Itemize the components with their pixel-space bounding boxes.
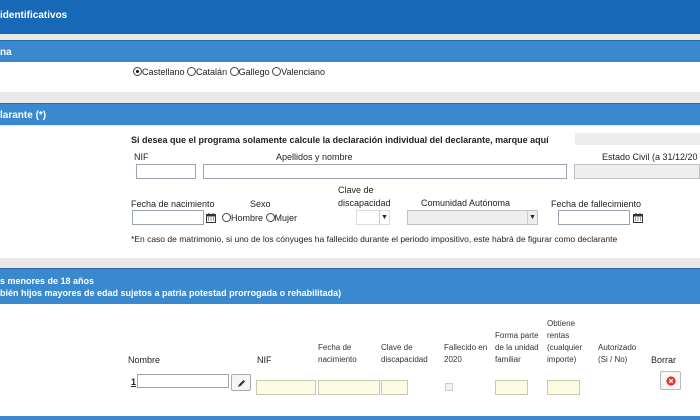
community-label: Comunidad Autónoma — [421, 198, 511, 208]
col-name: Nombre — [128, 355, 161, 365]
chevron-down-icon[interactable]: ▼ — [379, 210, 389, 225]
pencil-icon — [238, 380, 245, 387]
declarant-section-title: larante (*) — [0, 110, 47, 121]
language-section-title: na — [0, 47, 12, 58]
language-option-valenciano[interactable]: Valenciano — [272, 67, 325, 77]
col-disability: Clave de discapacidad — [381, 343, 428, 364]
declarant-section-header: larante (*) — [0, 103, 700, 125]
radio-icon[interactable] — [222, 213, 231, 222]
col-authorized: Autorizado (Si / No) — [598, 343, 637, 364]
children-panel: Nombre NIF Fecha de nacimiento Clave de … — [0, 304, 700, 416]
radio-icon[interactable] — [187, 67, 197, 76]
declarant-panel: Si desea que el programa solamente calcu… — [0, 126, 700, 258]
nif-input[interactable] — [136, 164, 196, 179]
nif-label: NIF — [134, 152, 149, 162]
delete-icon — [666, 376, 676, 386]
death-date-label: Fecha de fallecimiento — [551, 199, 642, 209]
radio-icon[interactable] — [229, 67, 239, 76]
sex-option-male[interactable]: Hombre — [222, 213, 263, 223]
col-delete: Borrar — [651, 355, 677, 365]
deceased-spouse-footnote: *En caso de matrimonio, si uno de los có… — [131, 234, 618, 244]
chevron-down-icon[interactable]: ▼ — [527, 210, 537, 225]
col-family-unit: Forma parte de la unidad familiar — [495, 331, 539, 364]
name-label: Apellidos y nombre — [276, 152, 353, 162]
delete-row-button[interactable] — [660, 371, 681, 390]
children-section-subtitle: bién hijos mayores de edad sujetos a pat… — [0, 288, 342, 298]
children-section-title: s menores de 18 años — [0, 276, 95, 286]
language-panel: Castellano Catalán Gallego Valenciano — [0, 62, 700, 92]
individual-declaration-notice: Si desea que el programa solamente calcu… — [131, 135, 549, 145]
page-title-bar: identificativos — [0, 0, 700, 34]
col-deceased: Fallecido en 2020 — [444, 343, 488, 364]
child-income-input[interactable] — [547, 380, 580, 395]
civil-status-label: Estado Civil (a 31/12/20 — [602, 152, 698, 162]
child-nif-input[interactable] — [256, 380, 316, 395]
bottom-bar — [0, 416, 700, 420]
col-nif: NIF — [257, 355, 272, 365]
birth-date-input[interactable] — [132, 210, 204, 225]
disability-label-line2: discapacidad — [338, 198, 391, 208]
edit-button[interactable] — [231, 374, 251, 391]
col-birth-date: Fecha de nacimiento — [318, 343, 357, 364]
language-option-catalan[interactable]: Catalán — [187, 67, 227, 77]
name-input[interactable] — [203, 164, 567, 179]
sex-option-female[interactable]: Mujer — [265, 213, 297, 223]
disability-label-line1: Clave de — [338, 185, 374, 195]
child-deceased-checkbox[interactable] — [445, 383, 453, 391]
children-section-header: s menores de 18 años bién hijos mayores … — [0, 268, 700, 304]
calendar-icon[interactable] — [206, 213, 216, 223]
sex-label: Sexo — [250, 199, 271, 209]
individual-declaration-checkbox[interactable] — [575, 133, 700, 145]
death-date-input[interactable] — [558, 210, 630, 225]
child-birth-date-input[interactable] — [318, 380, 380, 395]
community-select[interactable]: ▼ — [407, 210, 538, 225]
row-number: 1 — [131, 377, 137, 387]
language-option-castellano[interactable]: Castellano — [133, 67, 185, 77]
language-option-gallego[interactable]: Gallego — [229, 67, 270, 77]
radio-icon[interactable] — [272, 67, 282, 76]
birth-date-label: Fecha de nacimiento — [131, 199, 215, 209]
disability-select[interactable]: ▼ — [356, 210, 390, 225]
child-disability-input[interactable] — [381, 380, 408, 395]
page-title: identificativos — [0, 10, 68, 21]
child-family-unit-input[interactable] — [495, 380, 528, 395]
language-section-header: na — [0, 40, 700, 62]
civil-status-select[interactable] — [574, 164, 700, 179]
language-radio-group: Castellano Catalán Gallego Valenciano — [133, 67, 325, 77]
sex-radio-group: Hombre Mujer — [222, 213, 297, 223]
calendar-icon[interactable] — [633, 213, 643, 223]
radio-icon[interactable] — [265, 213, 275, 222]
radio-icon[interactable] — [133, 67, 142, 76]
col-income: Obtiene rentas (cualquier importe) — [547, 319, 583, 364]
child-name-input[interactable] — [137, 374, 229, 388]
